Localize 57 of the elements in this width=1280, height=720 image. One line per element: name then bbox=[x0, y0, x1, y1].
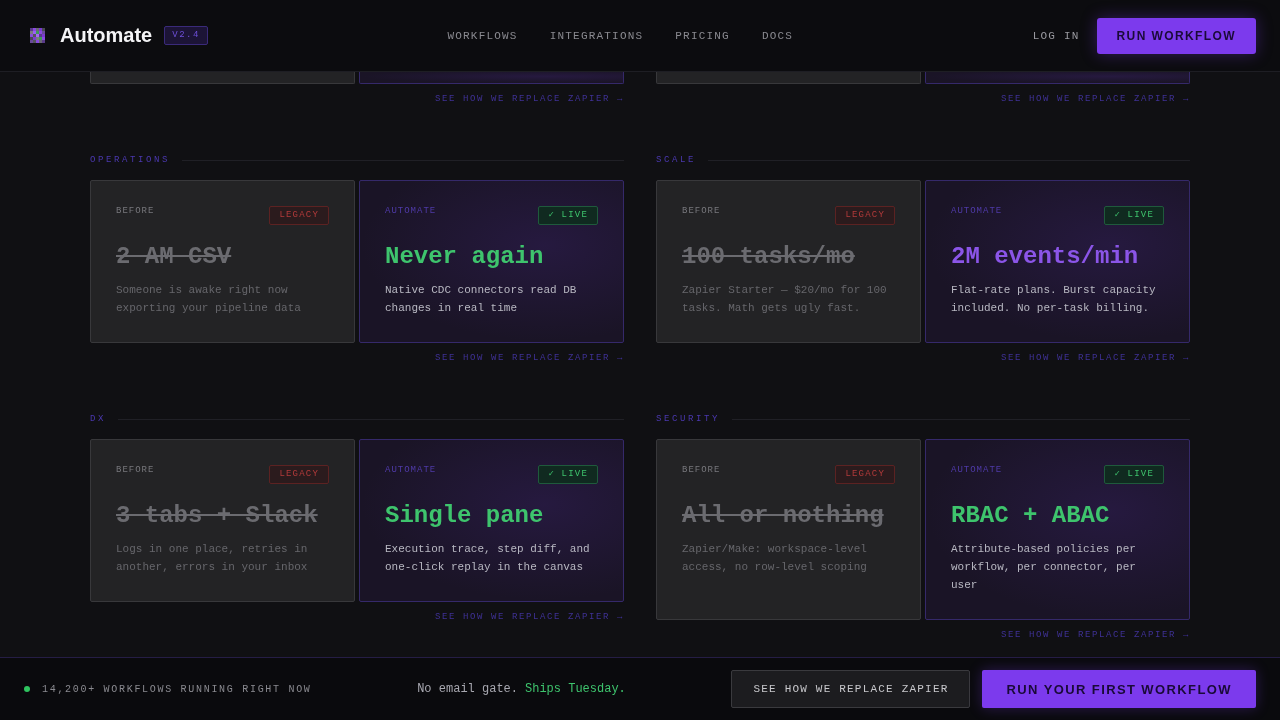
card-title: 3 tabs + Slack bbox=[116, 501, 318, 531]
status-badge: LEGACY bbox=[269, 206, 329, 225]
card-title: 2M events/min bbox=[951, 242, 1139, 272]
card-description: Attribute-based policies per workflow, per connector, per user bbox=[951, 542, 1137, 593]
nav-link[interactable]: WORKFLOWS bbox=[447, 29, 518, 42]
status-text: 14,200+ WORKFLOWS RUNNING RIGHT NOW bbox=[42, 683, 312, 695]
card-label: AUTOMATE bbox=[951, 465, 1003, 476]
compare-link[interactable]: SEE HOW WE REPLACE ZAPIER → bbox=[1000, 629, 1190, 641]
card-label: AUTOMATE bbox=[951, 206, 1003, 217]
card-title: 100 tasks/mo bbox=[682, 242, 855, 272]
section-label: SECURITY bbox=[656, 413, 720, 425]
status-badge: ✓ LIVE bbox=[538, 206, 598, 225]
card-title: 2 AM CSV bbox=[116, 242, 232, 272]
run-workflow-button[interactable]: RUN WORKFLOW bbox=[1096, 17, 1256, 54]
card-title: Never again bbox=[385, 242, 544, 272]
card-description: Zapier Starter — $20/mo for 100 tasks. Math gets ugly fast. bbox=[682, 283, 888, 316]
run-first-workflow-button[interactable]: RUN YOUR FIRST WORKFLOW bbox=[982, 670, 1256, 708]
card-description: Someone is awake right now exporting your pipeline data bbox=[116, 283, 302, 316]
compare-link[interactable]: SEE HOW WE REPLACE ZAPIER → bbox=[434, 93, 624, 105]
footer-note: No email gate. bbox=[417, 682, 518, 696]
status-badge: LEGACY bbox=[835, 465, 895, 484]
logo-icon bbox=[30, 28, 45, 43]
card-title: Single pane bbox=[385, 501, 544, 531]
card-title: RBAC + ABAC bbox=[951, 501, 1110, 531]
status-badge: LEGACY bbox=[269, 465, 329, 484]
card-description: Logs in one place, retries in another, errors in your inbox bbox=[116, 542, 309, 575]
compare-link[interactable]: SEE HOW WE REPLACE ZAPIER → bbox=[1000, 93, 1190, 105]
ship-date-text: Ships Tuesday. bbox=[525, 682, 626, 696]
card-description: Flat-rate plans. Burst capacity included. No per-task billing. bbox=[951, 283, 1157, 316]
status-badge: LEGACY bbox=[835, 206, 895, 225]
section-label: DX bbox=[90, 413, 106, 425]
card-label: AUTOMATE bbox=[385, 206, 437, 217]
card-label: BEFORE bbox=[116, 206, 155, 217]
nav-link[interactable]: DOCS bbox=[761, 29, 794, 42]
login-link[interactable]: LOG IN bbox=[1032, 29, 1080, 42]
status-badge: ✓ LIVE bbox=[1104, 465, 1164, 484]
card-label: BEFORE bbox=[116, 465, 155, 476]
nav-link[interactable]: INTEGRATIONS bbox=[549, 29, 644, 42]
card-title: All or nothing bbox=[682, 501, 884, 531]
section-label: SCALE bbox=[656, 154, 696, 166]
nav-link[interactable]: PRICING bbox=[675, 29, 730, 42]
compare-link[interactable]: SEE HOW WE REPLACE ZAPIER → bbox=[1000, 352, 1190, 364]
compare-link[interactable]: SEE HOW WE REPLACE ZAPIER → bbox=[434, 352, 624, 364]
compare-button[interactable]: SEE HOW WE REPLACE ZAPIER bbox=[731, 670, 971, 708]
card-description: Zapier/Make: workspace-level access, no row-level scoping bbox=[682, 542, 868, 575]
section-label: OPERATIONS bbox=[90, 154, 170, 166]
status-badge: ✓ LIVE bbox=[538, 465, 598, 484]
card-description: Execution trace, step diff, and one-click replay in the canvas bbox=[385, 542, 591, 575]
compare-link[interactable]: SEE HOW WE REPLACE ZAPIER → bbox=[434, 611, 624, 623]
card-label: BEFORE bbox=[682, 206, 721, 217]
version-badge: V2.4 bbox=[164, 26, 208, 45]
card-label: AUTOMATE bbox=[385, 465, 437, 476]
card-label: BEFORE bbox=[682, 465, 721, 476]
status-dot-icon bbox=[24, 686, 30, 692]
status-badge: ✓ LIVE bbox=[1104, 206, 1164, 225]
card-description: Native CDC connectors read DB changes in real time bbox=[385, 283, 578, 316]
brand-name: Automate bbox=[60, 24, 153, 47]
